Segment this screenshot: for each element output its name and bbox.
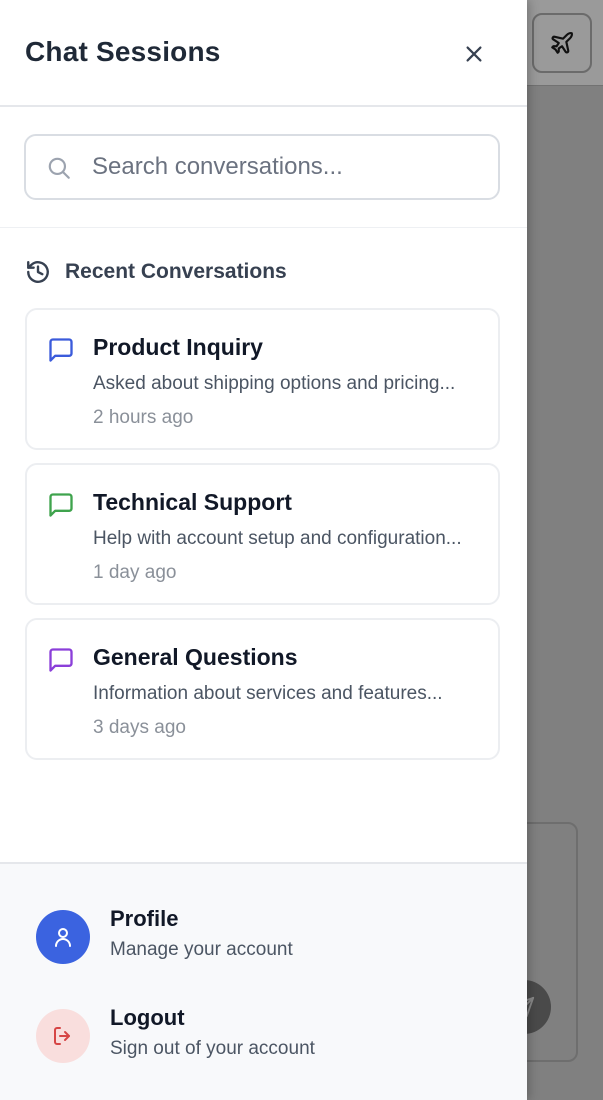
profile-subtitle: Manage your account <box>110 939 293 960</box>
conversation-item-technical-support[interactable]: Technical Support Help with account setu… <box>25 463 500 605</box>
profile-button[interactable]: Profile Manage your account <box>36 904 496 966</box>
logout-avatar <box>36 1009 90 1063</box>
drawer-header: Chat Sessions <box>0 0 527 107</box>
chat-bubble-icon <box>49 493 73 517</box>
logout-icon <box>54 1027 70 1045</box>
conversation-title: Technical Support <box>93 489 292 515</box>
conversation-title: General Questions <box>93 644 298 670</box>
close-icon <box>466 46 482 62</box>
conversation-preview: Asked about shipping options and pricing… <box>93 373 456 394</box>
profile-title: Profile <box>110 906 179 931</box>
conversation-time: 2 hours ago <box>93 407 194 428</box>
conversation-preview: Information about services and features.… <box>93 683 443 704</box>
logout-subtitle: Sign out of your account <box>110 1038 315 1059</box>
avatar <box>36 910 90 964</box>
drawer-footer: Profile Manage your account Logout Sign … <box>0 862 527 1100</box>
close-button[interactable] <box>458 38 490 70</box>
background-plane-button <box>532 13 592 73</box>
airplane-icon <box>551 31 574 54</box>
logout-button[interactable]: Logout Sign out of your account <box>36 1003 496 1065</box>
conversation-preview: Help with account setup and configuratio… <box>93 528 462 549</box>
conversation-title: Product Inquiry <box>93 334 263 360</box>
section-title: Recent Conversations <box>65 260 287 283</box>
conversation-item-product-inquiry[interactable]: Product Inquiry Asked about shipping opt… <box>25 308 500 450</box>
search-area <box>0 107 527 228</box>
user-icon <box>55 928 71 947</box>
drawer-title: Chat Sessions <box>25 36 221 67</box>
chat-bubble-icon <box>49 338 73 362</box>
conversation-time: 1 day ago <box>93 562 177 583</box>
recent-conversations-heading: Recent Conversations <box>25 256 287 288</box>
conversation-time: 3 days ago <box>93 717 186 738</box>
conversation-item-general-questions[interactable]: General Questions Information about serv… <box>25 618 500 760</box>
logout-title: Logout <box>110 1005 185 1030</box>
chat-sessions-drawer: Chat Sessions Recent Conversations Produ… <box>0 0 527 1100</box>
chat-bubble-icon <box>49 648 73 672</box>
search-icon <box>48 157 70 179</box>
search-box[interactable] <box>24 134 500 200</box>
search-input[interactable] <box>92 144 488 190</box>
history-icon <box>27 261 49 283</box>
